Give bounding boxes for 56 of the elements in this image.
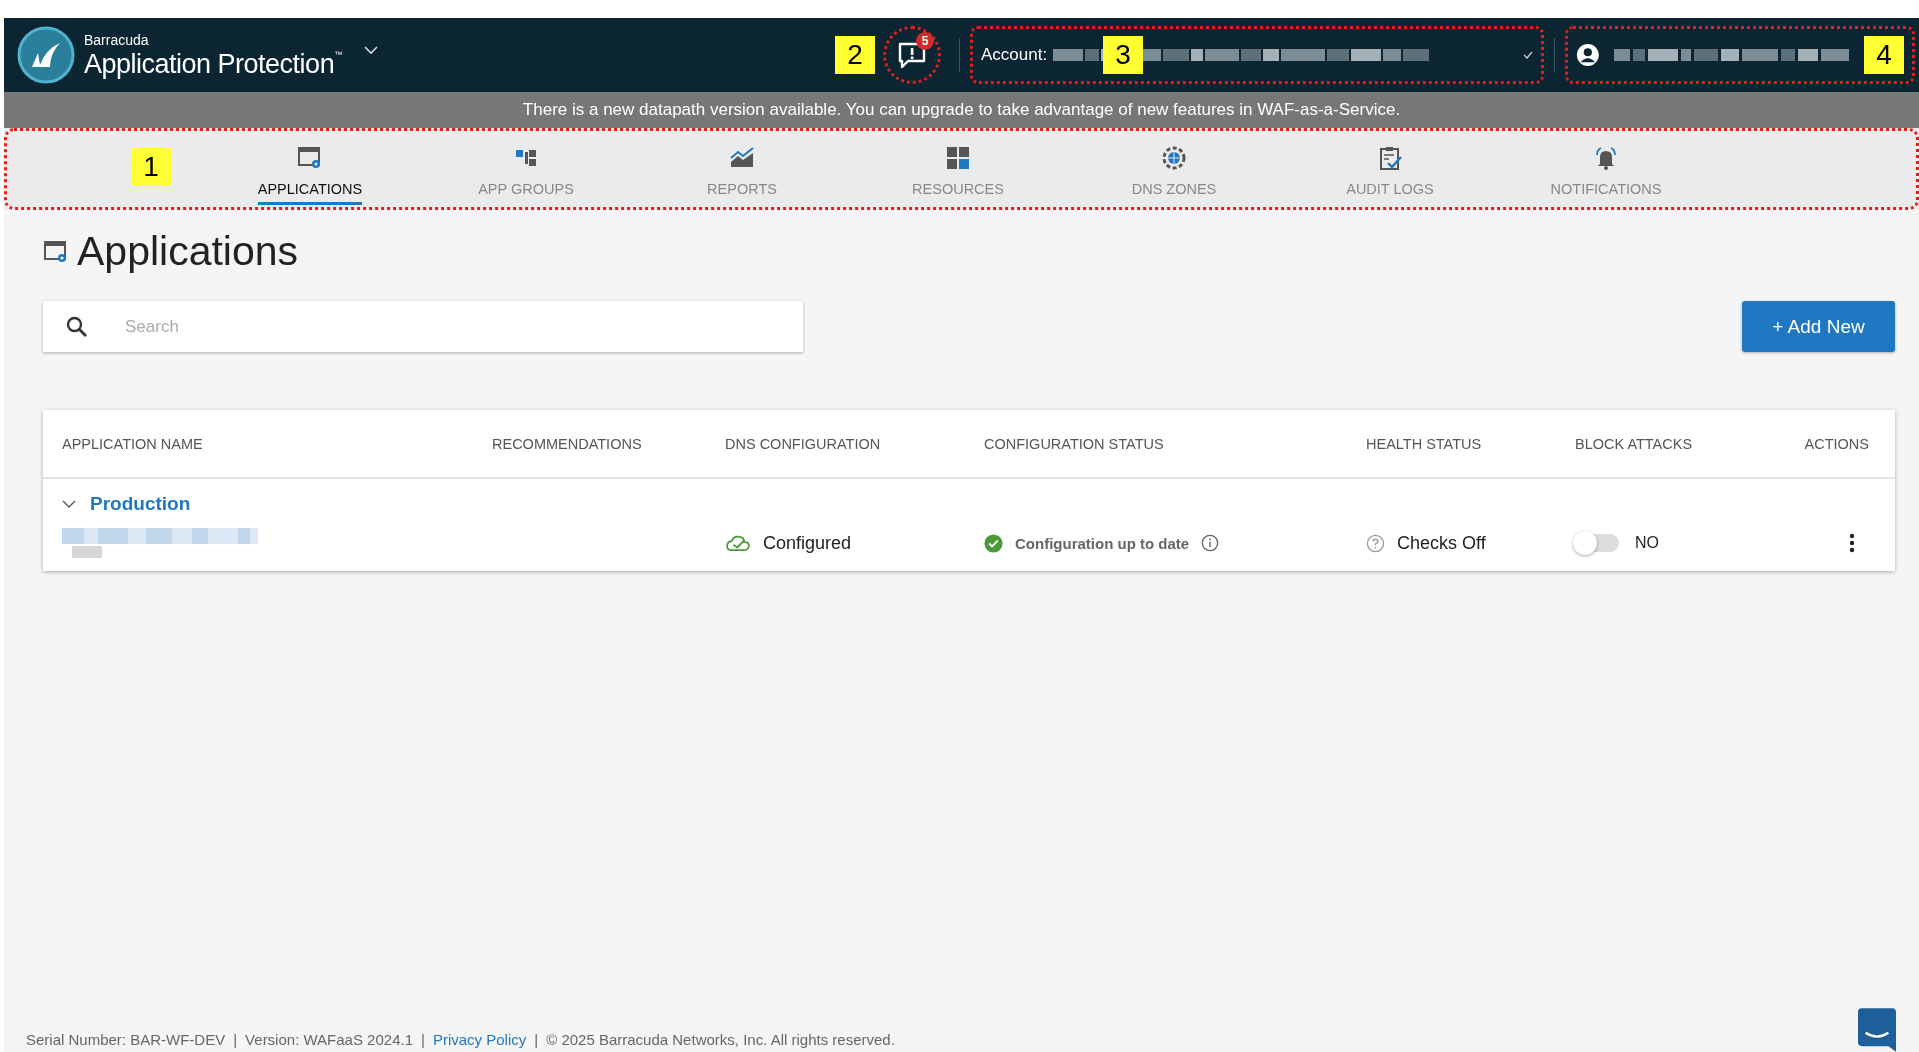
account-label: Account: [981,45,1048,65]
nav-tab[interactable]: DNS ZONES [1066,128,1282,210]
health-status: Checks Off [1397,532,1486,554]
globe-gear-icon [1161,145,1187,171]
column-header: RECOMMENDATIONS [492,435,643,452]
nav-tab[interactable]: REPORTS [634,128,850,210]
bell-icon [1593,145,1619,171]
nav-tab[interactable]: NOTIFICATIONS [1498,128,1714,210]
search-icon [65,315,89,339]
column-header: APPLICATION NAME [62,435,204,452]
user-avatar-icon[interactable] [1576,42,1600,68]
nav-tab[interactable]: AUDIT LOGS [1282,128,1498,210]
brand-subtitle: Barracuda [84,32,150,47]
group-link[interactable]: Production [90,493,191,515]
column-header: HEALTH STATUS [1366,435,1483,452]
footer-text: © 2025 Barracuda Networks, Inc. All rights reserved. [546,1031,895,1048]
nav-tab[interactable]: APP GROUPS [418,128,634,210]
nav-tab[interactable]: RESOURCES [850,128,1066,210]
alert-count-badge: 5 [916,32,934,50]
chat-icon[interactable] [1858,1008,1896,1052]
footer-text: Version: WAFaaS 2024.1 [245,1031,413,1048]
logo-icon [16,25,76,85]
clipboard-check-icon [1377,145,1403,171]
add-new-button[interactable]: + Add New [1742,301,1895,352]
window-gear-icon [297,145,323,171]
callout-number: 2 [835,36,875,74]
search-field[interactable]: Search [43,301,803,352]
info-icon[interactable] [1201,534,1220,552]
block-attacks-toggle[interactable] [1575,534,1619,552]
grid-icon [945,145,971,171]
window-gear-icon [43,238,69,265]
configuration-status: Configuration up to date [1015,534,1190,552]
separator: | [233,1031,238,1048]
column-header: BLOCK ATTACKS [1575,435,1694,452]
footer-text: Serial Number: BAR-WF-DEV [26,1031,226,1048]
cloud-check-icon [725,534,751,552]
brand-title: Application Protection$^{™}$ [84,50,342,78]
more-options-icon[interactable] [1849,533,1855,553]
update-banner: There is a new datapath version available. You can upgrade to take advantage of new features in WAF-as-a-Service. [4,92,1919,128]
check-icon[interactable] [1523,51,1533,59]
check-circle-icon [984,533,1003,553]
toggle-label: NO [1635,534,1659,552]
help-icon [1366,533,1385,553]
separator: | [421,1031,425,1048]
callout-number: 1 [131,148,171,186]
separator: | [534,1031,539,1048]
chevron-down-icon[interactable] [62,499,76,509]
page-title: Applications [77,228,299,275]
column-header: DNS CONFIGURATION [725,435,882,452]
column-header: ACTIONS [1804,435,1869,452]
privacy-policy-link[interactable]: Privacy Policy [432,1031,527,1048]
dns-status: Configured [763,532,852,554]
callout-number: 4 [1864,36,1904,74]
nav-tab[interactable]: APPLICATIONS [202,128,418,210]
callout-number: 3 [1103,36,1143,74]
column-header: CONFIGURATION STATUS [984,435,1165,452]
